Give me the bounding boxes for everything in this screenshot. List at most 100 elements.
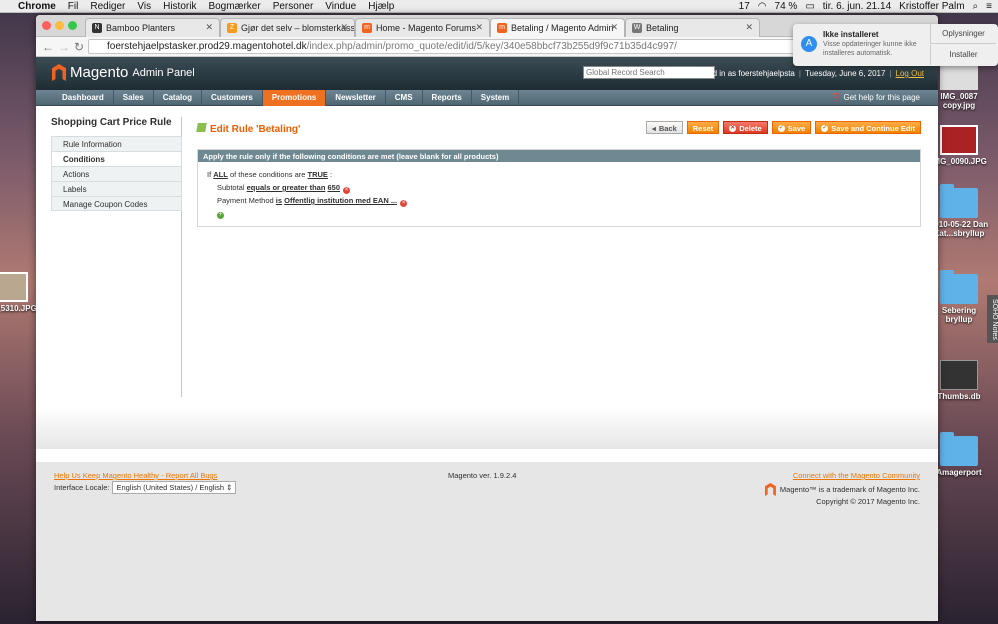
reload-icon[interactable]: ↻ bbox=[74, 40, 84, 54]
menubar-app[interactable]: Chrome bbox=[18, 1, 56, 12]
close-tab-icon[interactable]: ✕ bbox=[475, 22, 483, 33]
menu-historik[interactable]: Historik bbox=[163, 1, 196, 12]
zoom-window-icon[interactable] bbox=[68, 21, 77, 30]
page-content: Shopping Cart Price Rule Rule Informatio… bbox=[36, 106, 938, 456]
url-path: /index.php/admin/promo_quote/edit/id/5/k… bbox=[306, 41, 677, 52]
close-tab-icon[interactable]: ✕ bbox=[340, 22, 348, 33]
browser-window: N Bamboo Planters ✕ Z Gjør det selv – bloms… bbox=[36, 15, 938, 621]
community-link[interactable]: Connect with the Magento Community bbox=[793, 471, 920, 480]
login-info: Logged in as foerstehjaelpsta | Tuesday, J… bbox=[690, 69, 924, 78]
operator-select[interactable]: equals or greater than bbox=[247, 183, 326, 192]
remove-condition-icon[interactable]: × bbox=[343, 187, 351, 194]
close-window-icon[interactable] bbox=[42, 21, 51, 30]
save-button[interactable]: ✓ Save bbox=[771, 121, 812, 134]
delete-button[interactable]: ✕ Delete bbox=[723, 121, 768, 134]
tab-magento-forums[interactable]: m Home - Magento Forums ✕ bbox=[355, 18, 490, 37]
user-name[interactable]: Kristoffer Palm bbox=[899, 1, 964, 12]
magento-logo-icon bbox=[764, 483, 776, 496]
tab-betaling-admin[interactable]: m Betaling / Magento Admin ✕ bbox=[490, 18, 625, 37]
desktop-icon-img5310[interactable]: IMG_5310.JPG bbox=[0, 272, 40, 313]
locale-select[interactable]: English (United States) / English ⇕ bbox=[112, 481, 237, 494]
value-field[interactable]: Offentlig institution med EAN ... bbox=[284, 196, 397, 205]
magento-logo[interactable]: Magento Admin Panel bbox=[52, 64, 195, 81]
close-tab-icon[interactable]: ✕ bbox=[745, 22, 753, 33]
notification-count[interactable]: 17 bbox=[739, 1, 750, 12]
file-icon bbox=[940, 360, 978, 390]
image-thumbnail bbox=[0, 272, 28, 302]
add-condition-row: + bbox=[207, 207, 911, 220]
nav-system[interactable]: System bbox=[472, 90, 520, 106]
sidebar-title: Shopping Cart Price Rule bbox=[51, 117, 172, 128]
sidebar: Shopping Cart Price Rule Rule Informatio… bbox=[51, 117, 182, 397]
folder-icon bbox=[940, 432, 978, 466]
condition-row: Payment Method is Offentlig institution … bbox=[217, 196, 408, 207]
nav-newsletter[interactable]: Newsletter bbox=[326, 90, 386, 106]
url-field[interactable]: foerstehjaelpstasker.prod29.magentohotel… bbox=[88, 39, 858, 54]
install-button[interactable]: Installer bbox=[930, 45, 996, 65]
soho-notes-tab[interactable]: SOHO Notes bbox=[987, 295, 998, 343]
update-notification[interactable]: A Ikke installeret Visse opdateringer ku… bbox=[793, 24, 998, 66]
copyright: Copyright © 2017 Magento Inc. bbox=[816, 497, 920, 506]
app-store-icon: A bbox=[801, 36, 817, 52]
list-icon[interactable]: ≡ bbox=[986, 1, 992, 12]
back-arrow-icon[interactable]: ← bbox=[42, 40, 54, 54]
remove-condition-icon[interactable]: × bbox=[400, 200, 408, 207]
menu-hjaelp[interactable]: Hjælp bbox=[368, 1, 394, 12]
search-icon[interactable]: ⌕ bbox=[973, 1, 979, 12]
url-host: foerstehjaelpstasker.prod29.magentohotel… bbox=[107, 41, 307, 52]
notification-desc: Visse opdateringer kunne ikke installere… bbox=[823, 41, 917, 57]
details-button[interactable]: Oplysninger bbox=[930, 24, 996, 44]
logout-link[interactable]: Log Out bbox=[896, 69, 924, 78]
conditions-aggregator: If ALL of these conditions are TRUE : bbox=[207, 170, 333, 179]
report-bugs-link[interactable]: Help Us Keep Magento Healthy - Report Al… bbox=[54, 471, 217, 480]
forward-arrow-icon[interactable]: → bbox=[58, 40, 70, 54]
close-tab-icon[interactable]: ✕ bbox=[610, 22, 618, 33]
menu-bogmaerker[interactable]: Bogmærker bbox=[208, 1, 260, 12]
battery-percent[interactable]: 74 % bbox=[775, 1, 798, 12]
nav-dashboard[interactable]: Dashboard bbox=[36, 90, 114, 106]
nav-customers[interactable]: Customers bbox=[202, 90, 263, 106]
nav-reports[interactable]: Reports bbox=[423, 90, 472, 106]
current-date: Tuesday, June 6, 2017 bbox=[804, 69, 886, 78]
clock[interactable]: tir. 6. jun. 21.14 bbox=[823, 1, 891, 12]
sidebar-item-coupon-codes[interactable]: Manage Coupon Codes bbox=[51, 196, 182, 211]
magento-logo-icon bbox=[52, 64, 66, 81]
nav-sales[interactable]: Sales bbox=[114, 90, 154, 106]
tab-gjor-det-selv[interactable]: Z Gjør det selv – blomsterkasse ✕ bbox=[220, 18, 355, 37]
battery-icon[interactable]: ▭ bbox=[805, 1, 814, 12]
menu-vindue[interactable]: Vindue bbox=[325, 1, 356, 12]
wifi-icon[interactable]: ◠ bbox=[758, 1, 767, 12]
nav-catalog[interactable]: Catalog bbox=[154, 90, 203, 106]
menu-vis[interactable]: Vis bbox=[137, 1, 151, 12]
value-select[interactable]: TRUE bbox=[308, 170, 328, 179]
nav-promotions[interactable]: Promotions bbox=[262, 90, 327, 106]
save-continue-button[interactable]: ✓ Save and Continue Edit bbox=[815, 121, 921, 134]
tab-bamboo-planters[interactable]: N Bamboo Planters ✕ bbox=[85, 18, 220, 37]
aggregator-select[interactable]: ALL bbox=[213, 170, 228, 179]
menu-rediger[interactable]: Rediger bbox=[90, 1, 125, 12]
tab-betaling[interactable]: W Betaling ✕ bbox=[625, 18, 760, 37]
operator-select[interactable]: is bbox=[276, 196, 282, 205]
reset-button[interactable]: Reset bbox=[686, 121, 720, 134]
help-link[interactable]: ❓ Get help for this page bbox=[831, 93, 920, 102]
sidebar-item-actions[interactable]: Actions bbox=[51, 166, 182, 181]
back-arrow-icon: ◂ bbox=[652, 123, 656, 133]
sidebar-item-conditions[interactable]: Conditions bbox=[51, 151, 182, 166]
menu-personer[interactable]: Personer bbox=[273, 1, 314, 12]
favicon-icon: m bbox=[497, 23, 507, 33]
close-tab-icon[interactable]: ✕ bbox=[205, 22, 213, 33]
help-icon: ❓ bbox=[831, 93, 842, 102]
minimize-window-icon[interactable] bbox=[55, 21, 64, 30]
sidebar-item-rule-information[interactable]: Rule Information bbox=[51, 136, 182, 151]
add-condition-icon[interactable]: + bbox=[217, 212, 224, 219]
conditions-fieldset: Apply the rule only if the following con… bbox=[197, 149, 921, 227]
edit-icon bbox=[196, 123, 207, 132]
nav-cms[interactable]: CMS bbox=[386, 90, 423, 106]
value-field[interactable]: 650 bbox=[328, 183, 341, 192]
main-nav: Dashboard Sales Catalog Customers Promot… bbox=[36, 90, 938, 106]
menu-fil[interactable]: Fil bbox=[68, 1, 79, 12]
sidebar-item-labels[interactable]: Labels bbox=[51, 181, 182, 196]
back-button[interactable]: ◂ Back bbox=[646, 121, 683, 134]
favicon-icon: N bbox=[92, 23, 102, 33]
footer: Help Us Keep Magento Healthy - Report Al… bbox=[36, 458, 938, 621]
